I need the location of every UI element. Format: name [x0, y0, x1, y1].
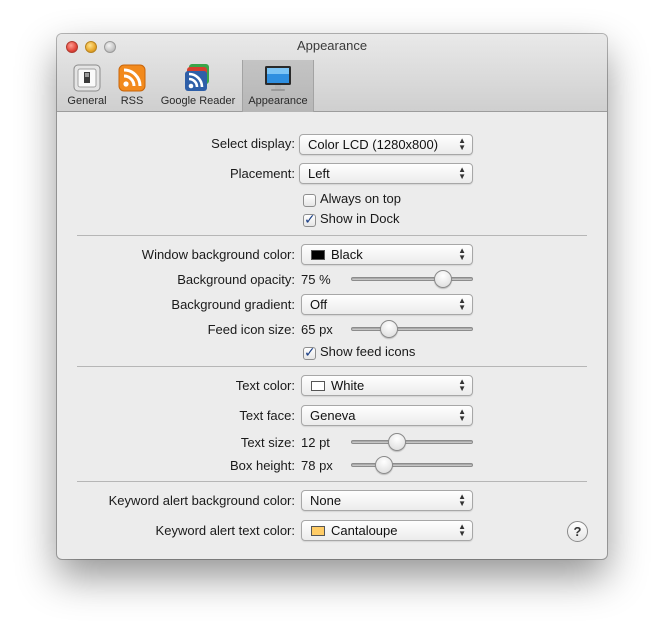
appearance-pane: Select display: Color LCD (1280x800) ▲ ▼ …: [57, 112, 607, 559]
placement-label: Placement:: [229, 166, 295, 181]
window-bg-color-label: Window background color:: [141, 247, 295, 262]
text-face-value: Geneva: [310, 408, 356, 423]
rss-icon: [118, 64, 146, 92]
text-color-popup[interactable]: White ▲ ▼: [301, 375, 473, 396]
toolbar-tab-label: Appearance: [248, 95, 308, 107]
popup-arrows-icon: ▲ ▼: [458, 136, 466, 152]
toolbar-tab-label: Google Reader: [160, 95, 236, 107]
slider-track: [351, 327, 473, 331]
bg-opacity-slider[interactable]: [351, 270, 473, 288]
keyword-text-color-label: Keyword alert text color:: [155, 523, 295, 538]
show-in-dock-label: Show in Dock: [320, 211, 400, 226]
placement-value: Left: [308, 166, 330, 181]
bg-opacity-value: 75 %: [301, 272, 331, 287]
checkmark-icon: ✓: [304, 344, 316, 360]
feed-icon-size-label: Feed icon size:: [207, 322, 295, 337]
text-size-label: Text size:: [240, 435, 295, 450]
slider-track: [351, 277, 473, 281]
show-feed-icons-checkbox[interactable]: ✓: [303, 344, 316, 360]
feed-icon-size-slider[interactable]: [351, 320, 473, 338]
checkmark-icon: ✓: [304, 211, 316, 227]
box-height-label: Box height:: [229, 458, 295, 473]
popup-arrows-icon: ▲ ▼: [458, 246, 466, 262]
popup-arrows-icon: ▲ ▼: [458, 165, 466, 181]
section-divider: [77, 235, 587, 236]
box-height-slider[interactable]: [351, 456, 473, 474]
keyword-text-color-value: Cantaloupe: [331, 523, 398, 538]
always-on-top-checkbox[interactable]: [303, 194, 316, 207]
bg-opacity-label: Background opacity:: [177, 272, 295, 287]
window-bg-color-popup[interactable]: Black ▲ ▼: [301, 244, 473, 265]
slider-knob[interactable]: [434, 270, 453, 288]
bg-gradient-popup[interactable]: Off ▲ ▼: [301, 294, 473, 315]
color-swatch: [311, 381, 325, 391]
show-in-dock-checkbox[interactable]: ✓: [303, 211, 316, 227]
slider-knob[interactable]: [380, 320, 399, 338]
keyword-bg-color-value: None: [310, 493, 342, 508]
toolbar-tab-label: RSS: [120, 95, 144, 107]
select-display-value: Color LCD (1280x800): [308, 137, 439, 152]
preferences-window: Appearance General RSS Google Reader App…: [57, 34, 607, 559]
toolbar-tab-general[interactable]: General: [61, 60, 113, 112]
help-button[interactable]: ?: [567, 521, 588, 542]
keyword-bg-color-popup[interactable]: None ▲ ▼: [301, 490, 473, 511]
bg-gradient-value: Off: [310, 297, 328, 312]
toolbar-tab-rss[interactable]: RSS: [114, 60, 150, 112]
keyword-bg-color-label: Keyword alert background color:: [108, 493, 295, 508]
section-divider: [77, 366, 587, 367]
box-height-value: 78 px: [301, 458, 333, 473]
popup-arrows-icon: ▲ ▼: [458, 407, 466, 423]
keyword-text-color-popup[interactable]: Cantaloupe ▲ ▼: [301, 520, 473, 541]
toolbar-tab-label: General: [67, 95, 107, 107]
popup-arrows-icon: ▲ ▼: [458, 296, 466, 312]
text-size-slider[interactable]: [351, 433, 473, 451]
text-face-popup[interactable]: Geneva ▲ ▼: [301, 405, 473, 426]
bg-gradient-label: Background gradient:: [171, 297, 295, 312]
section-divider: [77, 481, 587, 482]
text-color-label: Text color:: [235, 378, 295, 393]
select-display-popup[interactable]: Color LCD (1280x800) ▲ ▼: [299, 134, 473, 155]
always-on-top-label: Always on top: [320, 191, 401, 206]
title-bar: Appearance General RSS Google Reader App…: [57, 34, 607, 112]
slider-knob[interactable]: [388, 433, 407, 451]
color-swatch: [311, 250, 325, 260]
show-feed-icons-label: Show feed icons: [320, 344, 416, 359]
text-size-value: 12 pt: [301, 435, 330, 450]
toolbar-tab-appearance[interactable]: Appearance: [242, 60, 314, 112]
color-swatch: [311, 526, 325, 536]
toolbar-tab-google-reader[interactable]: Google Reader: [153, 60, 243, 112]
placement-popup[interactable]: Left ▲ ▼: [299, 163, 473, 184]
google-reader-icon: [185, 64, 209, 91]
text-face-label: Text face:: [239, 408, 295, 423]
window-title: Appearance: [296, 38, 368, 53]
select-display-label: Select display:: [211, 136, 295, 151]
display-icon: [265, 66, 291, 91]
text-color-value: White: [331, 378, 365, 393]
slider-track: [351, 463, 473, 467]
popup-arrows-icon: ▲ ▼: [458, 377, 466, 393]
popup-arrows-icon: ▲ ▼: [458, 492, 466, 508]
switch-icon: [73, 64, 101, 92]
popup-arrows-icon: ▲ ▼: [458, 522, 466, 538]
slider-track: [351, 440, 473, 444]
window-bg-color-value: Black: [331, 247, 363, 262]
feed-icon-size-value: 65 px: [301, 322, 333, 337]
slider-knob[interactable]: [374, 456, 393, 474]
